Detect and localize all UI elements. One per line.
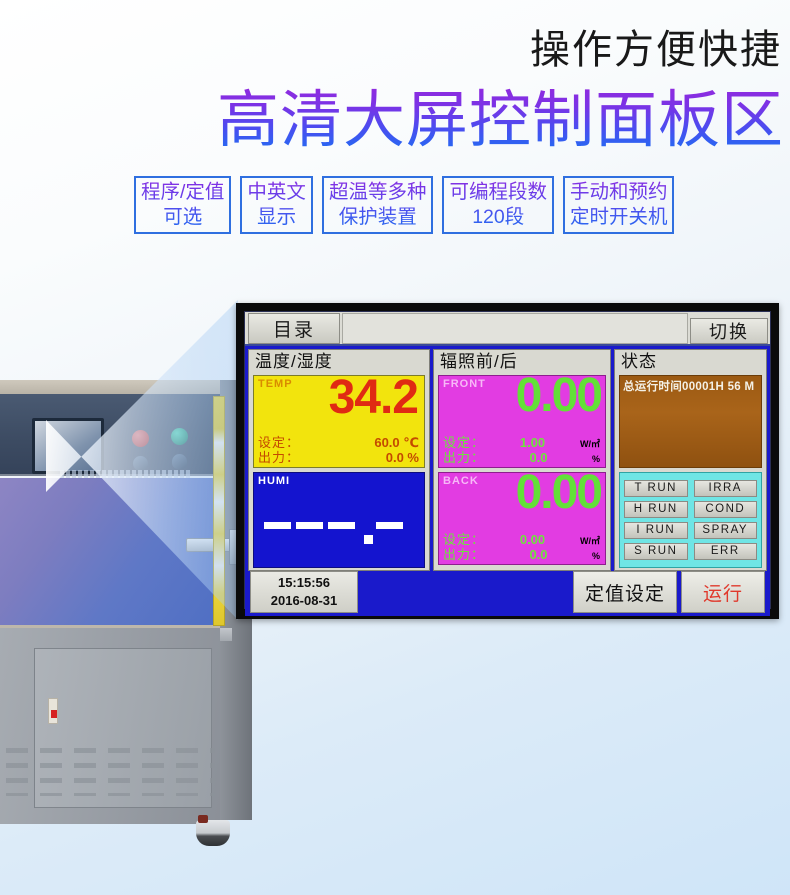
temp-output-label: 出力： — [258, 449, 301, 465]
ventilation-grille — [0, 748, 215, 796]
status-led-t-run[interactable]: T RUN — [624, 480, 688, 498]
clock-time: 15:15:56 — [277, 575, 331, 591]
runtime-tile: 总运行时间00001H 56 M — [619, 375, 762, 469]
temp-humi-title: 温度/湿度 — [255, 352, 333, 371]
back-output-row: 出力： 0.0 % — [443, 547, 600, 562]
machine-top-cap — [0, 380, 220, 394]
front-output-label: 出力： — [443, 449, 486, 465]
reset-knob-icon — [133, 456, 148, 471]
feature-chip-bilingual-display: 中英文 显示 — [240, 176, 313, 235]
back-setpoint-unit: W/㎡ — [579, 535, 600, 546]
feature-chip-over-temp-protection: 超温等多种 保护装置 — [321, 176, 434, 235]
machine-chamber-door — [0, 478, 220, 628]
menu-tab-button[interactable]: 目录 — [248, 313, 340, 344]
clock-display: 15:15:56 2016-08-31 — [250, 571, 358, 614]
status-led-cond[interactable]: COND — [693, 501, 757, 519]
run-button[interactable]: 运行 — [681, 571, 765, 614]
back-setpoint-value: 0.00 — [519, 531, 546, 547]
control-panel-screenshot: 目录 切换 温度/湿度 TEMP 34.2 设定： 60.0 ℃ 出力： 0.0… — [236, 303, 779, 619]
page-root: 操作方便快捷 高清大屏控制面板区 程序/定值 可选 中英文 显示 超温等多种 保… — [0, 0, 790, 895]
front-setpoint-label: 设定： — [443, 434, 486, 450]
machine-caster-wheel — [196, 815, 230, 846]
temp-output-value: 0.0 % — [385, 449, 419, 465]
temp-humi-column: 温度/湿度 TEMP 34.2 设定： 60.0 ℃ 出力： 0.0 % HUM… — [248, 349, 430, 572]
hmi-bottom-bar: 15:15:56 2016-08-31 定值设定 运行 — [245, 571, 770, 617]
temp-setpoint-row: 设定： 60.0 ℃ — [258, 435, 419, 450]
front-output-row: 出力： 0.0 % — [443, 450, 600, 465]
back-output-value: 0.0 — [529, 546, 548, 562]
back-irradiance-value: 0.00 — [515, 466, 603, 520]
front-output-value: 0.0 — [529, 449, 548, 465]
hero-subtitle: 操作方便快捷 — [530, 28, 782, 72]
main-switch-knob-icon — [172, 454, 187, 469]
status-led-err[interactable]: ERR — [693, 543, 757, 561]
feature-chip-programmable-segments: 可编程段数 120段 — [442, 176, 554, 235]
machine-hmi-screen — [32, 418, 104, 474]
back-setpoint-label: 设定： — [443, 531, 486, 547]
warning-label-sticker — [213, 396, 225, 626]
base-latch-icon — [48, 698, 58, 724]
test-chamber-machine — [0, 380, 252, 880]
front-setpoint-unit: W/㎡ — [579, 438, 600, 449]
temperature-tile[interactable]: TEMP 34.2 设定： 60.0 ℃ 出力： 0.0 % — [253, 371, 425, 469]
back-output-unit: % — [591, 550, 600, 561]
temp-output-row: 出力： 0.0 % — [258, 450, 419, 465]
machine-control-band — [0, 394, 220, 486]
back-setpoint-row: 设定： 0.00 W/㎡ — [443, 532, 600, 547]
status-indicator-grid: T RUN IRRA H RUN COND I RUN SPRAY S RUN … — [619, 472, 762, 569]
hmi-screen: 目录 切换 温度/湿度 TEMP 34.2 设定： 60.0 ℃ 出力： 0.0… — [244, 311, 771, 617]
switch-tab-button[interactable]: 切换 — [690, 318, 768, 344]
front-setpoint-row: 设定： 1.00 W/㎡ — [443, 435, 600, 450]
power-indicator-icon — [171, 428, 188, 445]
front-output-unit: % — [591, 453, 600, 464]
feature-chip-program-setpoint: 程序/定值 可选 — [134, 176, 232, 235]
hmi-top-bar: 目录 切换 — [245, 312, 770, 346]
irradiance-column: 辐照前/后 FRONT 0.00 设定： 1.00 W/㎡ 出力： 0.0 % … — [433, 349, 611, 572]
front-setpoint-value: 1.00 — [519, 434, 546, 450]
back-output-label: 出力： — [443, 546, 486, 562]
irradiance-front-tile[interactable]: FRONT 0.00 设定： 1.00 W/㎡ 出力： 0.0 % — [438, 369, 606, 469]
total-runtime-text: 总运行时间00001H 56 M — [623, 381, 755, 394]
alarm-indicator-icon — [132, 430, 149, 447]
humidity-tile[interactable]: HUMI — [253, 472, 425, 569]
status-led-i-run[interactable]: I RUN — [624, 522, 688, 540]
clock-date: 2016-08-31 — [270, 593, 338, 609]
feature-chip-list: 程序/定值 可选 中英文 显示 超温等多种 保护装置 可编程段数 120段 手动… — [134, 176, 675, 235]
status-led-h-run[interactable]: H RUN — [624, 501, 688, 519]
status-led-s-run[interactable]: S RUN — [624, 543, 688, 561]
temperature-value: 34.2 — [328, 371, 419, 425]
humidity-value — [264, 513, 418, 545]
humi-tag: HUMI — [258, 475, 291, 488]
door-handle — [186, 529, 249, 565]
temp-setpoint-value: 60.0 ℃ — [374, 434, 419, 450]
setpoint-settings-button[interactable]: 定值设定 — [573, 571, 677, 614]
front-irradiance-value: 0.00 — [515, 369, 603, 423]
status-column: 状态 总运行时间00001H 56 M T RUN IRRA H RUN CON… — [614, 349, 767, 572]
page-title: 高清大屏控制面板区 — [216, 86, 784, 155]
status-led-irra[interactable]: IRRA — [693, 480, 757, 498]
hmi-body: 温度/湿度 TEMP 34.2 设定： 60.0 ℃ 出力： 0.0 % HUM… — [245, 346, 770, 572]
hmi-top-filler — [342, 313, 688, 344]
status-title: 状态 — [621, 352, 657, 371]
status-led-spray[interactable]: SPRAY — [693, 522, 757, 540]
irradiance-back-tile[interactable]: BACK 0.00 设定： 0.00 W/㎡ 出力： 0.0 % — [438, 466, 606, 566]
feature-chip-manual-and-scheduled: 手动和预约 定时开关机 — [562, 176, 675, 235]
temp-setpoint-label: 设定： — [258, 434, 301, 450]
